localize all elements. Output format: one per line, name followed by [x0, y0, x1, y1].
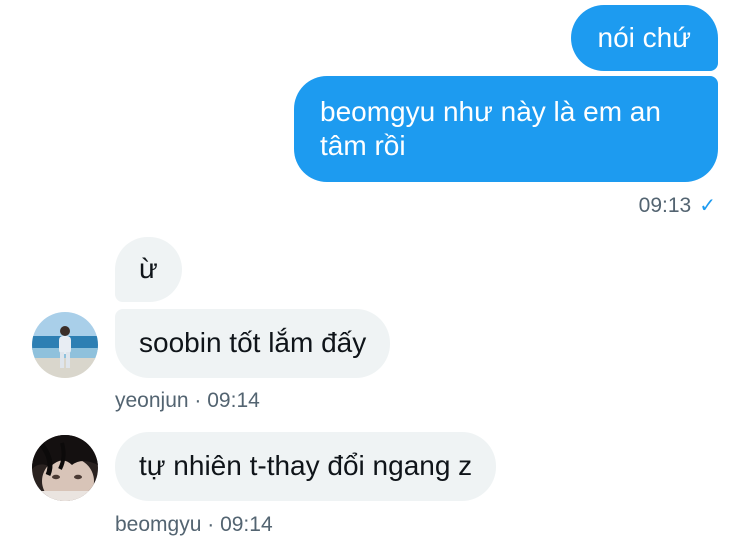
incoming-message[interactable]: tự nhiên t-thay đổi ngang z — [115, 432, 497, 501]
sender-name[interactable]: beomgyu — [115, 513, 201, 536]
message-time: 09:14 — [220, 513, 273, 536]
message-time: 09:13 — [638, 194, 692, 217]
incoming-message-meta: beomgyu · 09:14 — [115, 513, 273, 537]
avatar[interactable] — [32, 435, 98, 501]
avatar[interactable] — [32, 312, 98, 378]
meta-separator: · — [207, 513, 215, 536]
outgoing-message[interactable]: beomgyu như này là em an tâm rồi — [294, 76, 718, 182]
message-time: 09:14 — [207, 389, 260, 412]
incoming-message[interactable]: ừ — [115, 237, 182, 302]
sender-name[interactable]: yeonjun — [115, 389, 189, 412]
dark-hair-photo-avatar-icon — [32, 435, 98, 501]
outgoing-message[interactable]: nói chứ — [570, 5, 718, 71]
checkmark-icon: ✓ — [699, 195, 716, 217]
incoming-message-meta: yeonjun · 09:14 — [115, 389, 260, 413]
meta-separator: · — [194, 389, 202, 412]
outgoing-message-meta: 09:13 ✓ — [639, 193, 716, 218]
incoming-message[interactable]: soobin tốt lắm đấy — [115, 309, 391, 378]
beach-photo-avatar-icon — [32, 312, 98, 378]
